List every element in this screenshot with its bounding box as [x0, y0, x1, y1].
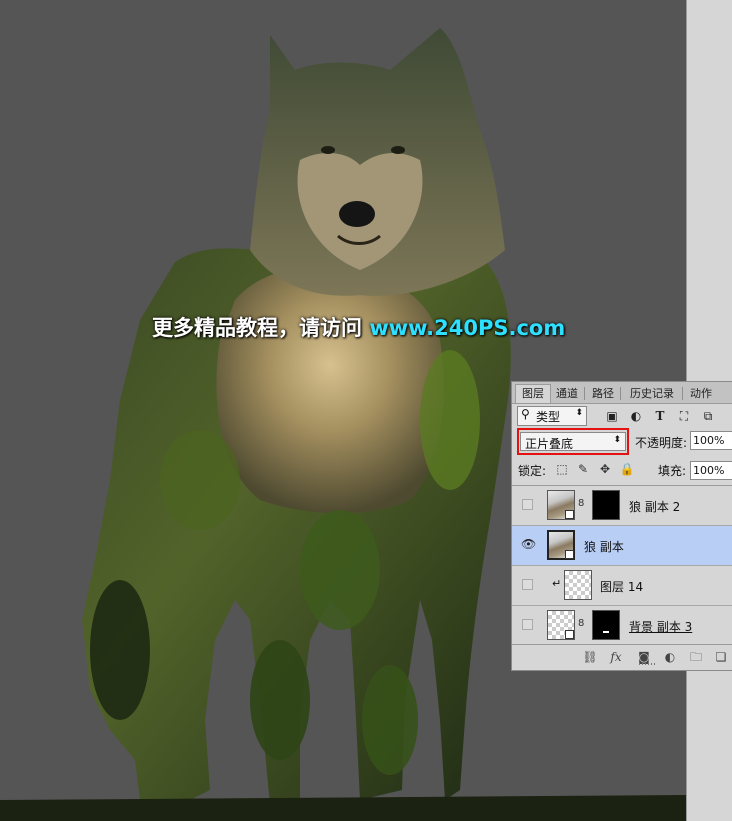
layer-list: 8 狼 副本 2 👁 狼 副本 ↵ 图层 14 8 背景 副本 3 [512, 485, 732, 646]
layer-thumbnail [547, 610, 575, 640]
layer-mask-thumbnail[interactable] [592, 610, 620, 640]
clipping-arrow-icon: ↵ [552, 577, 562, 590]
layers-panel: 图层 通道 路径 历史记录 动作 ⚲ 类型 ⬍ ▣ ◐ T ⛶ ⧉ 正片叠底 ⬍… [511, 381, 732, 671]
adjustment-filter-icon[interactable]: ◐ [628, 408, 644, 424]
fill-label: 填充: [658, 464, 687, 478]
image-filter-icon[interactable]: ▣ [604, 408, 620, 424]
layer-row[interactable]: 8 狼 副本 2 [512, 486, 732, 526]
layer-thumbnail [547, 490, 575, 520]
layer-row[interactable]: ↵ 图层 14 [512, 566, 732, 606]
lock-row: 锁定: ⬚ ✎ ✥ 🔒 填充: 100% [512, 458, 732, 484]
filter-kind-select[interactable]: ⚲ 类型 ⬍ [517, 406, 587, 426]
lock-paint-icon[interactable]: ✎ [575, 461, 591, 477]
fill-input[interactable]: 100% [690, 461, 732, 480]
watermark-cn: 更多精品教程，请访问 [152, 316, 370, 340]
layer-name[interactable]: 狼 副本 2 [629, 498, 680, 515]
watermark-url: www.240PS.com [369, 316, 566, 340]
opacity-input[interactable]: 100% [690, 431, 732, 450]
layer-row[interactable]: 8 背景 副本 3 [512, 606, 732, 646]
link-layers-icon[interactable]: ⛓ [582, 649, 598, 665]
panel-tab-bar: 图层 通道 路径 历史记录 动作 [512, 382, 732, 404]
smart-object-icon [565, 630, 574, 639]
new-layer-icon[interactable]: ❏ [713, 649, 729, 665]
layer-thumbnail [564, 570, 592, 600]
fx-icon[interactable]: fx [608, 649, 624, 665]
layer-name[interactable]: 图层 14 [600, 578, 643, 595]
visibility-toggle[interactable] [522, 499, 533, 510]
updown-arrow-icon: ⬍ [613, 435, 621, 445]
chain-link-icon[interactable]: 8 [578, 498, 584, 509]
layer-filter-row: ⚲ 类型 ⬍ ▣ ◐ T ⛶ ⧉ [512, 404, 732, 428]
layers-panel-footer: ⛓ fx ◙ ◐ 🗀 ❏ [512, 644, 732, 670]
lock-transparent-icon[interactable]: ⬚ [554, 461, 570, 477]
opacity-label: 不透明度: [635, 436, 688, 450]
adjustment-layer-icon[interactable]: ◐ [662, 649, 678, 665]
layer-thumbnail [547, 530, 575, 560]
layer-name[interactable]: 狼 副本 [584, 538, 624, 555]
lock-position-icon[interactable]: ✥ [597, 461, 613, 477]
new-group-icon[interactable]: 🗀 [688, 649, 704, 665]
visibility-toggle[interactable] [522, 579, 533, 590]
layer-mask-thumbnail[interactable] [592, 490, 620, 520]
visibility-toggle[interactable] [522, 619, 533, 630]
smart-object-icon [565, 550, 574, 559]
lock-all-icon[interactable]: 🔒 [619, 461, 635, 477]
tab-history[interactable]: 历史记录 [624, 385, 680, 403]
tab-paths[interactable]: 路径 [588, 385, 618, 403]
tab-channels[interactable]: 通道 [552, 385, 582, 403]
blend-row: 正片叠底 ⬍ 不透明度: 100% [512, 428, 732, 456]
tab-layers[interactable]: 图层 [515, 384, 551, 403]
watermark-text: 更多精品教程，请访问 www.240PS.com [152, 312, 565, 342]
tab-actions[interactable]: 动作 [686, 385, 716, 403]
shape-filter-icon[interactable]: ⛶ [676, 408, 692, 424]
panel-resize-grip[interactable] [639, 663, 657, 665]
eye-icon[interactable]: 👁 [521, 537, 536, 551]
type-filter-icon[interactable]: T [652, 408, 668, 424]
blend-mode-select[interactable]: 正片叠底 ⬍ [520, 432, 626, 451]
layer-name[interactable]: 背景 副本 3 [629, 618, 692, 635]
search-icon: ⚲ [521, 407, 530, 421]
filter-kind-label: 类型 [536, 410, 561, 424]
chain-link-icon[interactable]: 8 [578, 618, 584, 629]
smart-object-filter-icon[interactable]: ⧉ [700, 408, 716, 424]
lock-label: 锁定: [518, 464, 547, 478]
updown-arrow-icon: ⬍ [575, 408, 583, 418]
layer-row-selected[interactable]: 👁 狼 副本 [512, 526, 732, 566]
smart-object-icon [565, 510, 574, 519]
blend-mode-value: 正片叠底 [525, 437, 574, 451]
